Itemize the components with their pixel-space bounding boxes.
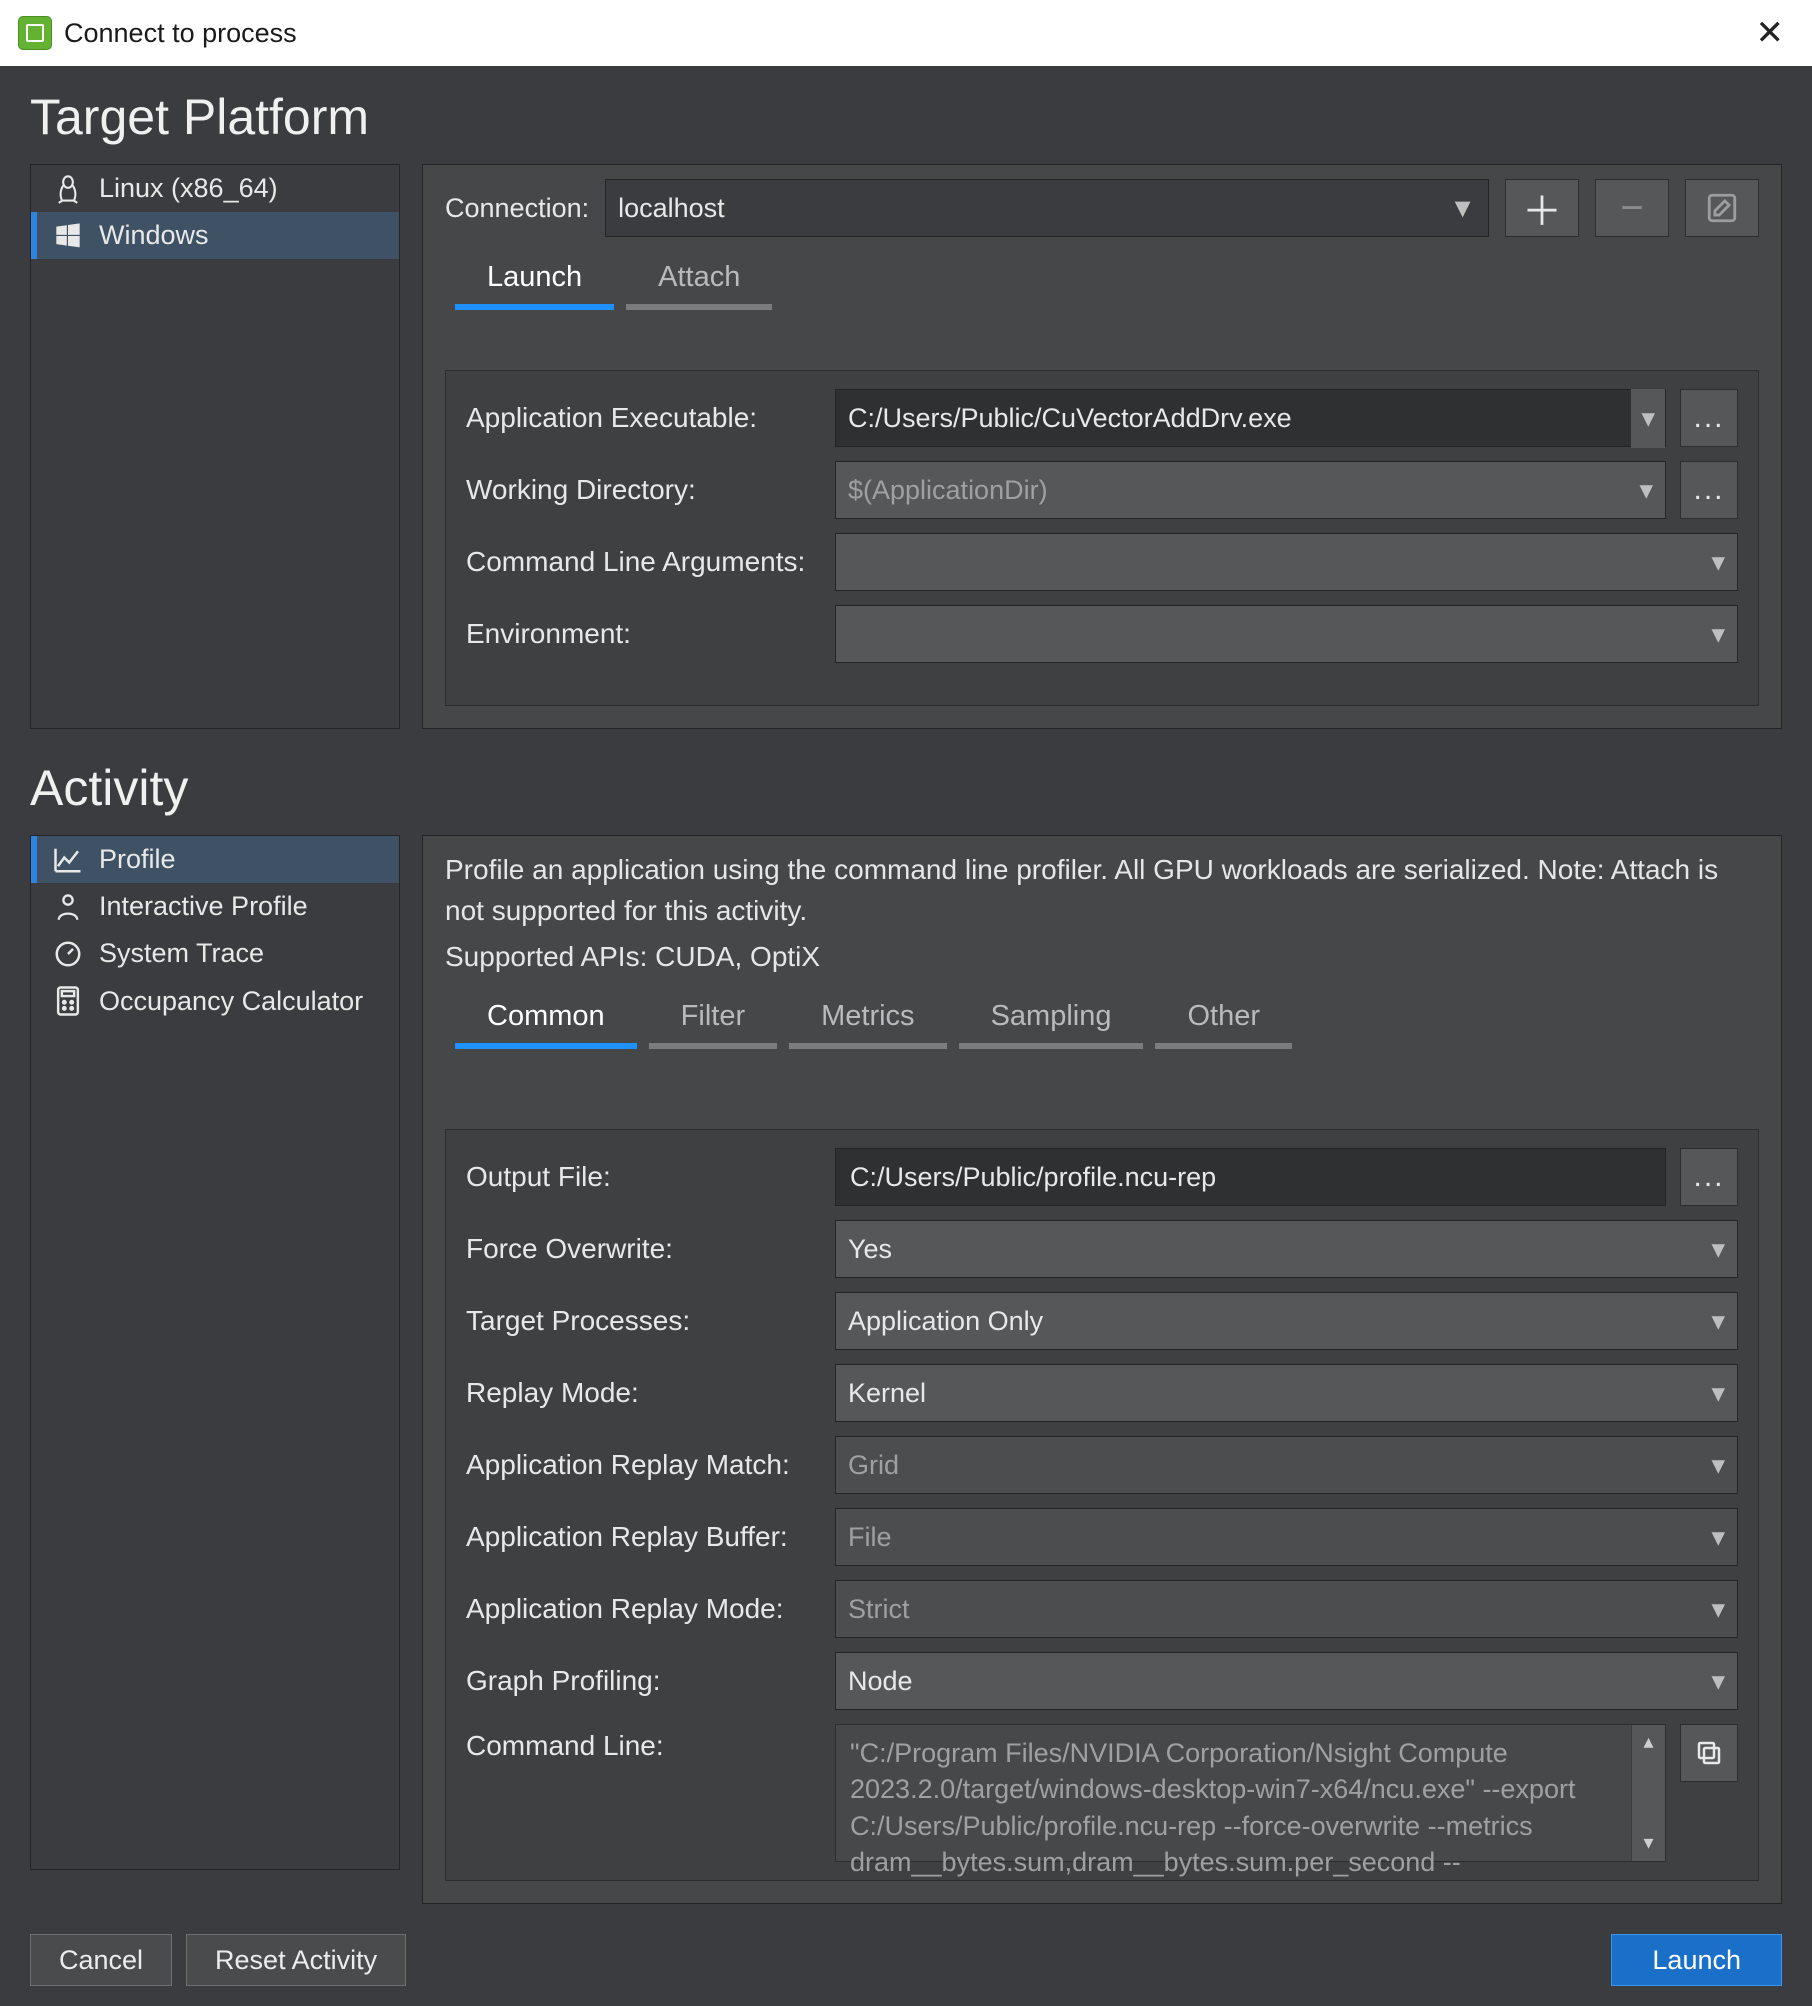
sidebar-item-label: Interactive Profile [99, 891, 308, 922]
app-replay-buffer-select: File ▾ [835, 1508, 1738, 1566]
connection-select[interactable]: localhost ▼ [605, 179, 1489, 237]
chevron-down-icon: ▼ [1449, 193, 1476, 224]
sidebar-item-label: Windows [99, 220, 209, 251]
footer: Cancel Reset Activity Launch [30, 1904, 1782, 1986]
sidebar-item-label: System Trace [99, 938, 264, 969]
linux-icon [51, 174, 85, 204]
add-connection-button[interactable]: ＋ [1505, 179, 1579, 237]
sidebar-item-occupancy-calculator[interactable]: Occupancy Calculator [31, 977, 399, 1025]
chevron-down-icon: ▾ [1711, 1378, 1725, 1409]
activity-sidebar: Profile Interactive Profile System Trace [30, 835, 400, 1870]
app-exec-input[interactable]: C:/Users/Public/CuVectorAddDrv.exe ▾ [835, 389, 1666, 447]
app-exec-label: Application Executable: [466, 402, 821, 434]
tab-other[interactable]: Other [1155, 996, 1292, 1049]
platform-sidebar: Linux (x86_64) Windows [30, 164, 400, 729]
sidebar-item-profile[interactable]: Profile [31, 836, 399, 883]
browse-app-exec-button[interactable]: ... [1680, 389, 1738, 447]
plus-icon: ＋ [1522, 179, 1562, 237]
command-line-display: "C:/Program Files/NVIDIA Corporation/Nsi… [835, 1724, 1666, 1862]
graph-profiling-select[interactable]: Node ▾ [835, 1652, 1738, 1710]
cmd-args-input[interactable]: ▾ [835, 533, 1738, 591]
calculator-icon [51, 985, 85, 1017]
app-replay-match-label: Application Replay Match: [466, 1449, 821, 1481]
copy-command-button[interactable] [1680, 1724, 1738, 1782]
target-platform-heading: Target Platform [30, 88, 1782, 146]
force-overwrite-select[interactable]: Yes ▾ [835, 1220, 1738, 1278]
remove-connection-button[interactable]: − [1595, 179, 1669, 237]
replay-mode-label: Replay Mode: [466, 1377, 821, 1409]
chevron-down-icon: ▾ [1711, 1666, 1725, 1697]
edit-icon [1705, 191, 1739, 225]
cmd-args-label: Command Line Arguments: [466, 546, 821, 578]
scrollbar[interactable]: ▴ ▾ [1631, 1725, 1665, 1861]
work-dir-label: Working Directory: [466, 474, 821, 506]
work-dir-input[interactable]: $(ApplicationDir) ▾ [835, 461, 1666, 519]
chevron-down-icon: ▾ [1631, 389, 1665, 448]
chevron-down-icon: ▾ [1711, 1594, 1725, 1625]
replay-mode-select[interactable]: Kernel ▾ [835, 1364, 1738, 1422]
graph-profiling-label: Graph Profiling: [466, 1665, 821, 1697]
person-icon [51, 892, 85, 922]
window-title: Connect to process [64, 18, 297, 49]
sidebar-item-label: Profile [99, 844, 176, 875]
scroll-down-icon[interactable]: ▾ [1643, 1826, 1653, 1861]
chevron-down-icon: ▾ [1711, 1234, 1725, 1265]
copy-icon [1694, 1738, 1724, 1768]
app-replay-mode-select: Strict ▾ [835, 1580, 1738, 1638]
app-replay-mode-label: Application Replay Mode: [466, 1593, 821, 1625]
output-file-input[interactable] [835, 1148, 1666, 1206]
sidebar-item-linux[interactable]: Linux (x86_64) [31, 165, 399, 212]
edit-connection-button[interactable] [1685, 179, 1759, 237]
sidebar-item-label: Occupancy Calculator [99, 986, 363, 1017]
activity-description: Profile an application using the command… [445, 850, 1759, 931]
app-icon [18, 16, 52, 50]
chevron-down-icon: ▾ [1711, 547, 1725, 578]
app-replay-match-select: Grid ▾ [835, 1436, 1738, 1494]
command-line-label: Command Line: [466, 1724, 821, 1762]
sidebar-item-interactive-profile[interactable]: Interactive Profile [31, 883, 399, 930]
tab-sampling[interactable]: Sampling [959, 996, 1144, 1049]
env-input[interactable]: ▾ [835, 605, 1738, 663]
tab-metrics[interactable]: Metrics [789, 996, 946, 1049]
sidebar-item-windows[interactable]: Windows [31, 212, 399, 259]
connection-label: Connection: [445, 193, 589, 224]
cancel-button[interactable]: Cancel [30, 1934, 172, 1986]
sidebar-item-system-trace[interactable]: System Trace [31, 930, 399, 977]
scroll-up-icon[interactable]: ▴ [1643, 1725, 1653, 1760]
browse-work-dir-button[interactable]: ... [1680, 461, 1738, 519]
connection-value: localhost [618, 193, 725, 224]
env-label: Environment: [466, 618, 821, 650]
tab-launch[interactable]: Launch [455, 257, 614, 310]
minus-icon: − [1620, 186, 1643, 231]
target-processes-select[interactable]: Application Only ▾ [835, 1292, 1738, 1350]
windows-icon [51, 222, 85, 250]
browse-output-file-button[interactable]: ... [1680, 1148, 1738, 1206]
chevron-down-icon: ▾ [1711, 619, 1725, 650]
chevron-down-icon: ▾ [1639, 475, 1653, 506]
tab-attach[interactable]: Attach [626, 257, 772, 310]
force-overwrite-label: Force Overwrite: [466, 1233, 821, 1265]
close-icon[interactable]: ✕ [1746, 13, 1795, 53]
tab-common[interactable]: Common [455, 996, 637, 1049]
activity-heading: Activity [30, 759, 1782, 817]
chevron-down-icon: ▾ [1711, 1306, 1725, 1337]
chevron-down-icon: ▾ [1711, 1522, 1725, 1553]
reset-activity-button[interactable]: Reset Activity [186, 1934, 406, 1986]
gauge-icon [51, 939, 85, 969]
titlebar: Connect to process ✕ [0, 0, 1812, 66]
chevron-down-icon: ▾ [1711, 1450, 1725, 1481]
output-file-label: Output File: [466, 1161, 821, 1193]
launch-button[interactable]: Launch [1611, 1934, 1782, 1986]
sidebar-item-label: Linux (x86_64) [99, 173, 278, 204]
chart-icon [51, 846, 85, 874]
app-replay-buffer-label: Application Replay Buffer: [466, 1521, 821, 1553]
tab-filter[interactable]: Filter [649, 996, 777, 1049]
activity-apis: Supported APIs: CUDA, OptiX [445, 937, 1759, 978]
target-processes-label: Target Processes: [466, 1305, 821, 1337]
